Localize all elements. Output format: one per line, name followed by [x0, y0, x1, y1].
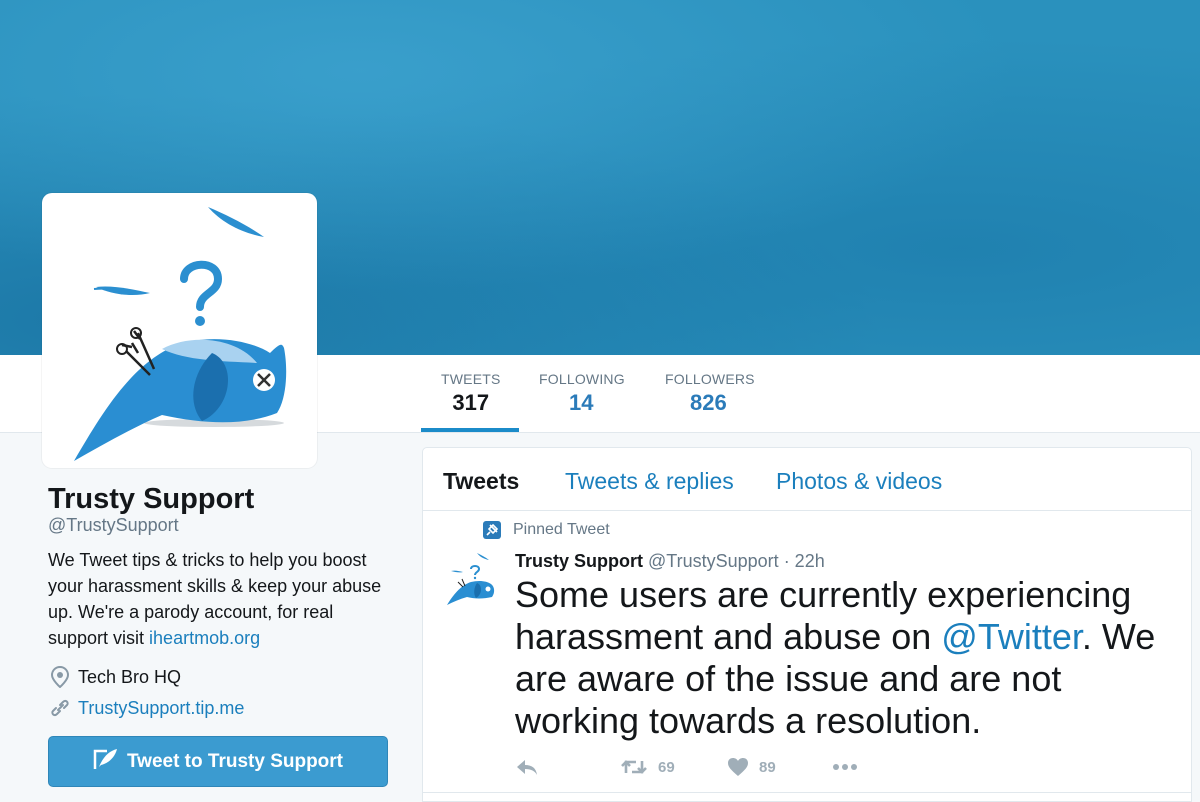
retweet-count: 69: [658, 758, 675, 776]
like-button[interactable]: 89: [727, 757, 776, 777]
profile-bio: We Tweet tips & tricks to help you boost…: [48, 547, 398, 651]
retweet-icon: [621, 760, 647, 774]
tweet-header: Trusty Support @TrustySupport · 22h: [515, 551, 825, 572]
like-count: 89: [759, 758, 776, 776]
profile-name[interactable]: Trusty Support: [48, 483, 254, 516]
tweet-avatar[interactable]: [443, 551, 499, 607]
tweet-to-label: Tweet to Trusty Support: [126, 750, 344, 772]
tweet-to-button[interactable]: Tweet to Trusty Support: [48, 736, 388, 787]
dead-bird-icon: [74, 207, 287, 461]
pin-icon: [483, 521, 501, 539]
profile-handle[interactable]: @TrustySupport: [48, 515, 179, 536]
stat-followers[interactable]: FOLLOWERS 826: [665, 371, 755, 416]
stat-following-value: 14: [569, 390, 594, 415]
location-pin-icon: [50, 665, 70, 689]
tweet-text: Some users are currently experiencing ha…: [515, 574, 1185, 742]
bio-link[interactable]: iheartmob.org: [149, 628, 260, 648]
stat-tweets[interactable]: TWEETS 317: [441, 371, 501, 416]
heart-icon: [728, 758, 748, 776]
stat-tweets-value: 317: [452, 390, 490, 415]
compose-quill-icon: [93, 747, 119, 777]
retweet-button[interactable]: 69: [620, 757, 675, 777]
stat-tweets-label: TWEETS: [441, 371, 501, 387]
stat-following-label: FOLLOWING: [539, 371, 625, 387]
timeline: Tweets Tweets & replies Photos & videos …: [422, 447, 1192, 802]
reply-button[interactable]: [515, 757, 549, 777]
active-stat-indicator: [421, 428, 519, 432]
more-dots-icon: [833, 764, 857, 770]
profile-avatar[interactable]: [42, 193, 317, 468]
more-button[interactable]: [831, 757, 869, 777]
dead-bird-small-icon: [447, 553, 495, 605]
timeline-tabs: Tweets Tweets & replies Photos & videos: [423, 448, 1191, 511]
stat-followers-label: FOLLOWERS: [665, 371, 755, 387]
tweet-handle[interactable]: @TrustySupport: [648, 551, 779, 571]
timeline-divider: [423, 792, 1191, 801]
tab-tweets-replies[interactable]: Tweets & replies: [565, 468, 734, 495]
location-text: Tech Bro HQ: [78, 666, 182, 687]
stat-followers-value: 826: [690, 390, 727, 415]
reply-icon: [517, 760, 537, 775]
tweet-actions: 69 89: [515, 757, 915, 787]
tab-tweets[interactable]: Tweets: [443, 468, 519, 495]
pinned-text: Pinned Tweet: [513, 521, 610, 538]
website-link[interactable]: TrustySupport.tip.me: [78, 698, 244, 719]
pinned-label: Pinned Tweet: [483, 521, 610, 539]
stat-following[interactable]: FOLLOWING 14: [539, 371, 625, 416]
profile-website: TrustySupport.tip.me: [50, 697, 244, 719]
profile-location: Tech Bro HQ: [50, 665, 182, 689]
tweet-mention[interactable]: @Twitter: [941, 616, 1082, 657]
tweet-author[interactable]: Trusty Support: [515, 551, 643, 571]
tab-photos-videos[interactable]: Photos & videos: [776, 468, 942, 495]
tweet-time[interactable]: · 22h: [779, 551, 825, 571]
link-icon: [50, 697, 70, 719]
